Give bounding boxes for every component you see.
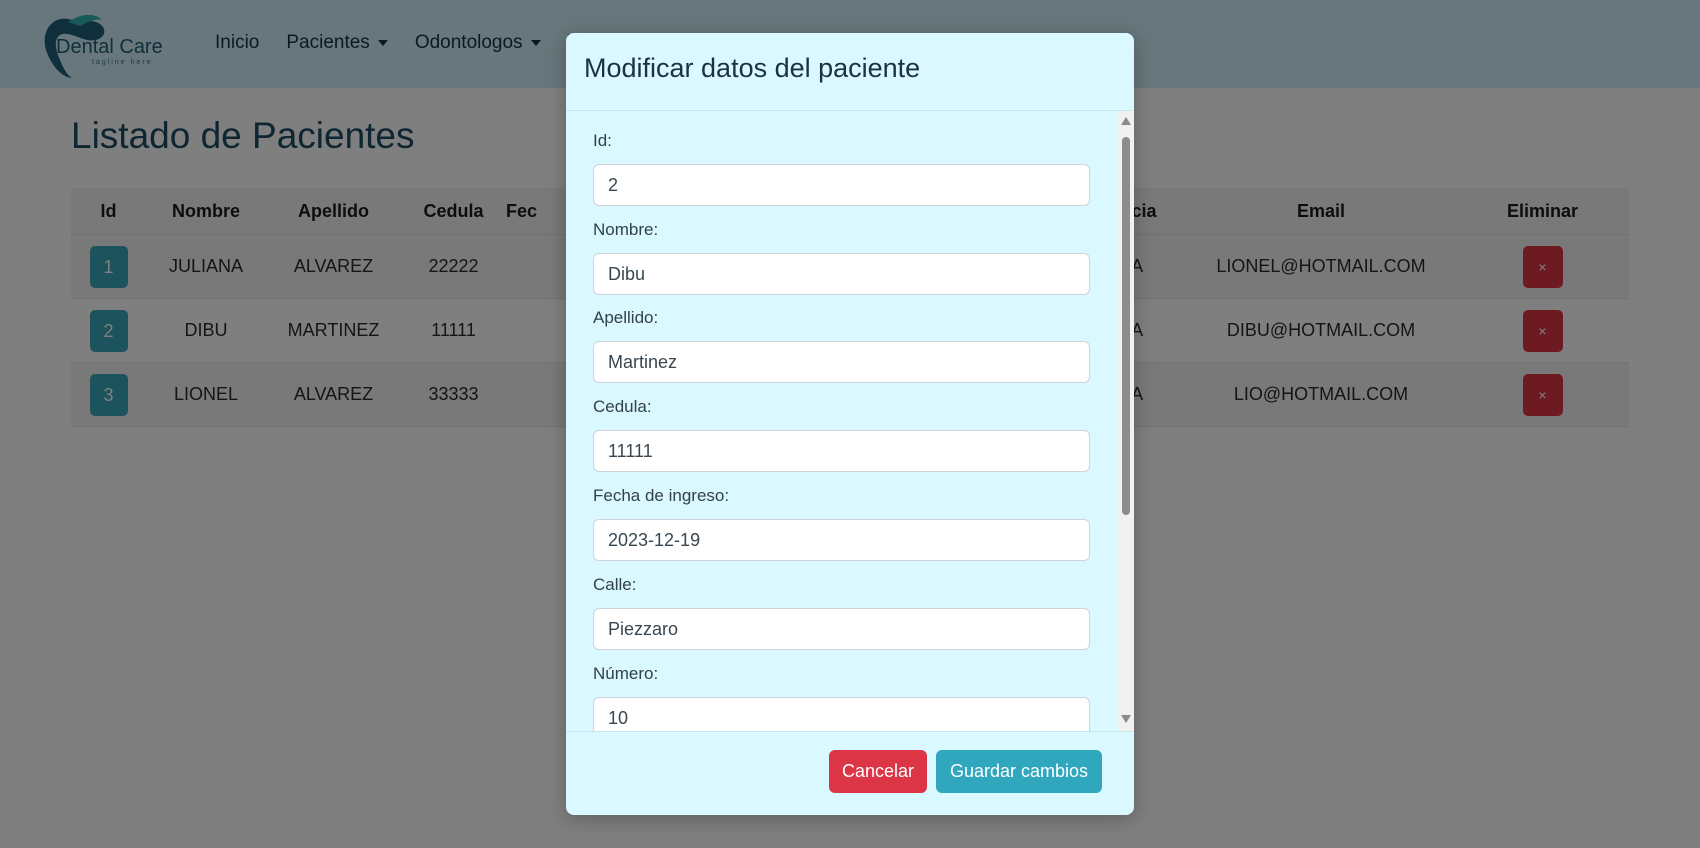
apellido-field[interactable] — [593, 341, 1090, 383]
apellido-label: Apellido: — [593, 308, 659, 327]
numero-field[interactable] — [593, 697, 1090, 731]
edit-patient-modal: Modificar datos del paciente Id: Nombre:… — [566, 33, 1134, 815]
form-group-id: Id: — [593, 131, 1090, 206]
numero-label: Número: — [593, 664, 659, 683]
id-field[interactable] — [593, 164, 1090, 206]
modal-scrollbar[interactable] — [1118, 111, 1134, 731]
modal-body[interactable]: Id: Nombre: Apellido: Cedula: Fecha de i… — [566, 111, 1134, 731]
nombre-field[interactable] — [593, 253, 1090, 295]
form-group-apellido: Apellido: — [593, 308, 1090, 383]
fecha-ingreso-field[interactable] — [593, 519, 1090, 561]
scroll-down-arrow-icon[interactable] — [1121, 715, 1131, 723]
scroll-up-arrow-icon[interactable] — [1121, 117, 1131, 125]
calle-label: Calle: — [593, 575, 637, 594]
modal-footer: Cancelar Guardar cambios — [566, 731, 1134, 815]
form-group-calle: Calle: — [593, 575, 1090, 650]
form-group-fecha-ingreso: Fecha de ingreso: — [593, 486, 1090, 561]
form-group-cedula: Cedula: — [593, 397, 1090, 472]
calle-field[interactable] — [593, 608, 1090, 650]
cedula-field[interactable] — [593, 430, 1090, 472]
save-changes-button[interactable]: Guardar cambios — [936, 750, 1102, 793]
id-label: Id: — [593, 131, 612, 150]
cedula-label: Cedula: — [593, 397, 652, 416]
cancel-button[interactable]: Cancelar — [829, 750, 927, 793]
form-group-numero: Número: — [593, 664, 1090, 731]
modal-header: Modificar datos del paciente — [566, 33, 1134, 111]
modal-title: Modificar datos del paciente — [584, 53, 921, 83]
form-group-nombre: Nombre: — [593, 220, 1090, 295]
nombre-label: Nombre: — [593, 220, 659, 239]
fecha-ingreso-label: Fecha de ingreso: — [593, 486, 730, 505]
scrollbar-thumb[interactable] — [1122, 137, 1130, 515]
